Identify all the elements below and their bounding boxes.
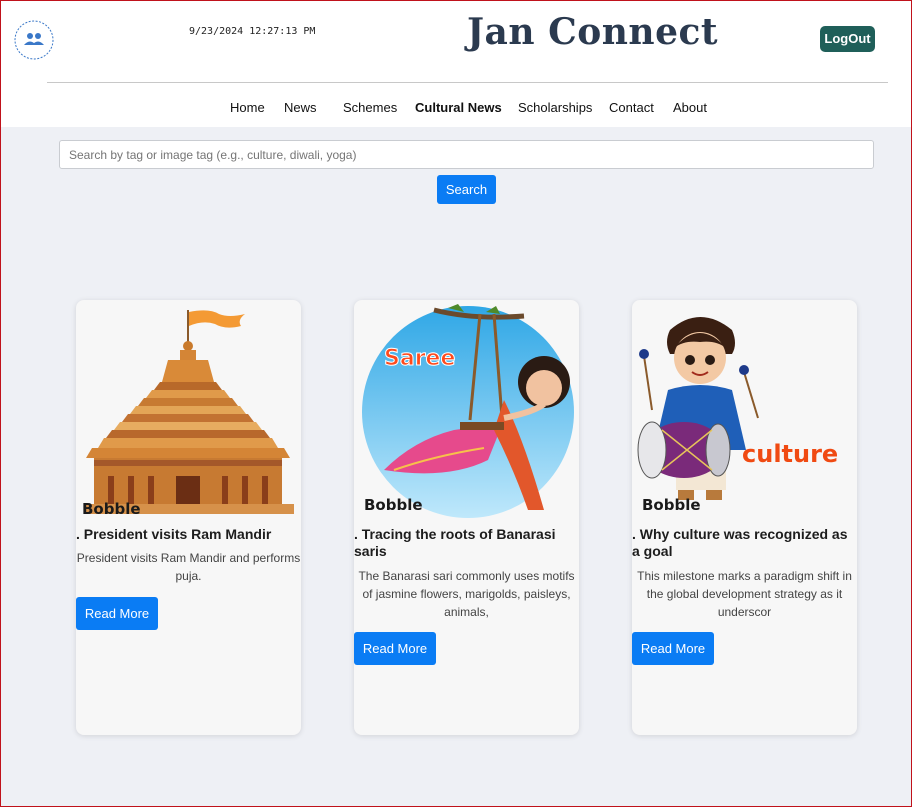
drummer-boy-illustration-icon: culture Bobble	[637, 317, 838, 514]
search-input[interactable]	[59, 140, 874, 169]
read-more-button[interactable]: Read More	[354, 632, 436, 665]
nav-item-contact[interactable]: Contact	[609, 100, 654, 115]
card-description: This milestone marks a paradigm shift in…	[637, 569, 852, 619]
culture-caption: culture	[742, 440, 838, 468]
news-card: culture Bobble . Why culture was recogni…	[632, 300, 857, 735]
site-title: Jan Connect	[467, 11, 719, 53]
bobble-watermark: Bobble	[642, 496, 701, 514]
card-title[interactable]: . Why culture was recognized as a goal	[632, 526, 854, 560]
nav-item-schemes[interactable]: Schemes	[343, 100, 397, 115]
card-title[interactable]: . President visits Ram Mandir	[76, 526, 298, 543]
logout-button[interactable]: LogOut	[820, 26, 875, 52]
top-header: 9/23/2024 12:27:13 PM Jan Connect LogOut…	[1, 1, 911, 127]
nav-item-news[interactable]: News	[284, 100, 317, 115]
card-description: The Banarasi sari commonly uses motifs o…	[358, 569, 575, 619]
news-card: Bobble . President visits Ram Mandir Pre…	[76, 300, 301, 735]
saree-swing-illustration-icon: Saree Bobble	[362, 304, 574, 518]
jan-connect-logo-icon[interactable]	[13, 19, 55, 61]
saree-caption: Saree	[384, 346, 455, 371]
nav-item-home[interactable]: Home	[230, 100, 265, 115]
card-description: President visits Ram Mandir and performs…	[76, 551, 301, 583]
temple-illustration-icon: Bobble	[82, 310, 294, 518]
header-divider	[47, 82, 888, 83]
search-button[interactable]: Search	[437, 175, 496, 204]
nav-item-about[interactable]: About	[673, 100, 707, 115]
nav-item-cultural-news[interactable]: Cultural News	[415, 100, 502, 115]
datetime-display: 9/23/2024 12:27:13 PM	[189, 26, 316, 37]
nav-item-scholarships[interactable]: Scholarships	[518, 100, 592, 115]
read-more-button[interactable]: Read More	[632, 632, 714, 665]
bobble-watermark: Bobble	[364, 496, 423, 514]
news-card: Saree Bobble . Tracing the roots of Bana…	[354, 300, 579, 735]
card-title[interactable]: . Tracing the roots of Banarasi saris	[354, 526, 576, 560]
read-more-button[interactable]: Read More	[76, 597, 158, 630]
main-nav: Home News Schemes Cultural News Scholars…	[1, 100, 911, 116]
bobble-watermark: Bobble	[82, 500, 141, 518]
